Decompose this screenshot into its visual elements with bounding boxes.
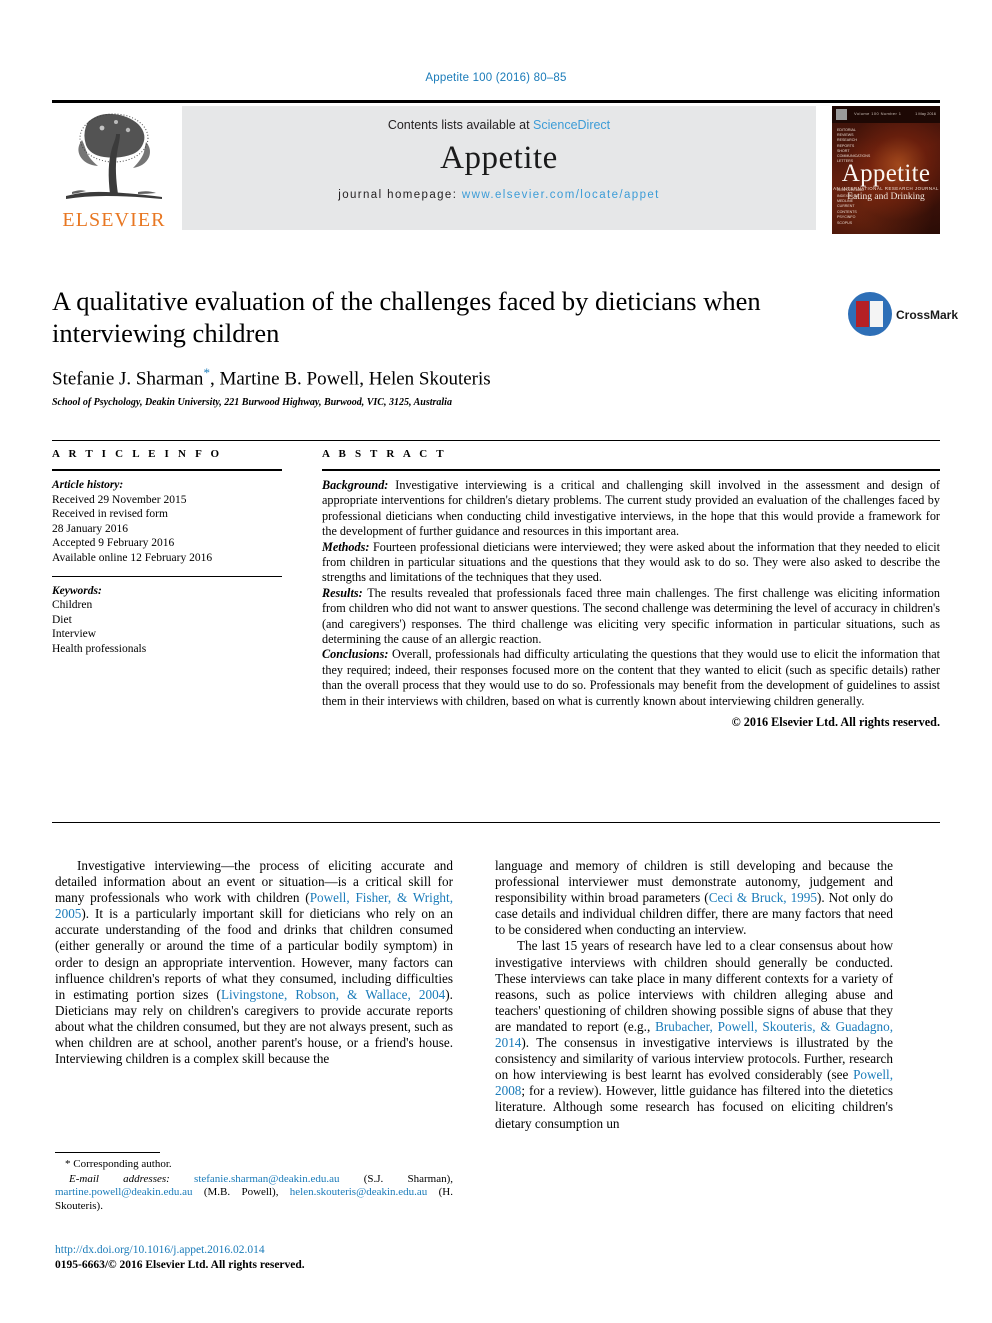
abstract-background-label: Background: (322, 478, 389, 492)
article-history: Article history: Received 29 November 20… (52, 478, 282, 566)
keyword-item: Diet (52, 613, 72, 626)
abstract-section: A B S T R A C T Background: Investigativ… (322, 448, 940, 731)
journal-cover-volume: Volume 100 Number 1 (854, 111, 902, 116)
abstract-paragraph-background: Background: Investigative interviewing i… (322, 478, 940, 540)
article-info-heading: A R T I C L E I N F O (52, 448, 223, 460)
journal-cover-bottom-list: ISSN 0195-6663 INDEXED IN MEDLINE CURREN… (837, 188, 864, 225)
doi-link[interactable]: http://dx.doi.org/10.1016/j.appet.2016.0… (55, 1243, 475, 1258)
abstract-paragraph-results: Results: The results revealed that profe… (322, 586, 940, 648)
journal-cover-barcode-icon (836, 109, 847, 120)
abstract-results-text: The results revealed that professionals … (322, 585, 940, 647)
contents-available-prefix: Contents lists available at (387, 118, 534, 132)
footnote-rule (55, 1152, 160, 1153)
author-list: Stefanie J. Sharman*, Martine B. Powell,… (52, 365, 832, 390)
journal-homepage-line: journal homepage: www.elsevier.com/locat… (182, 189, 816, 201)
article-info-rule (52, 469, 282, 471)
crossmark-book-left (856, 301, 869, 327)
body-paragraph: language and memory of children is still… (495, 858, 893, 938)
article-history-item: Received in revised form (52, 508, 168, 521)
masthead-center-band: Contents lists available at ScienceDirec… (182, 106, 816, 230)
author-affiliation: School of Psychology, Deakin University,… (52, 397, 452, 409)
sciencedirect-link[interactable]: ScienceDirect (533, 118, 610, 132)
footnote-section: * Corresponding author. E-mail addresses… (55, 1158, 453, 1213)
article-history-item: Accepted 9 February 2016 (52, 537, 175, 550)
journal-title: Appetite (440, 140, 558, 176)
keywords-rule (52, 575, 282, 577)
crossmark-badge[interactable]: CrossMark (848, 292, 958, 340)
elsevier-wordmark: ELSEVIER (62, 209, 166, 231)
article-info-section: A R T I C L E I N F O Article history: R… (52, 448, 282, 657)
abstract-paragraph-conclusions: Conclusions: Overall, professionals had … (322, 647, 940, 709)
abstract-paragraph-methods: Methods: Fourteen professional dietician… (322, 540, 940, 586)
email-addresses-label: E-mail addresses: (69, 1172, 170, 1185)
article-history-item: 28 January 2016 (52, 522, 129, 535)
abstract-background-text: Investigative interviewing is a critical… (322, 478, 940, 539)
elsevier-tree-icon (58, 108, 170, 204)
journal-cover-topbar: Volume 100 Number 1 1 May 2016 (832, 106, 940, 123)
email-link[interactable]: martine.powell@deakin.edu.au (55, 1186, 193, 1198)
email-owner: (M.B. Powell), (192, 1186, 290, 1199)
email-link[interactable]: helen.skouteris@deakin.edu.au (290, 1186, 428, 1198)
journal-cover-side-list: EDITORIAL REVIEWS RESEARCH REPORTS SHORT… (837, 128, 871, 164)
abstract-results-label: Results: (322, 585, 363, 600)
author-first: Stefanie J. Sharman (52, 368, 204, 390)
info-block-top-rule (52, 440, 940, 441)
keywords-section: Keywords: Children Diet Interview Health… (52, 584, 282, 657)
citation-link[interactable]: Livingstone, Robson, & Wallace, 2004 (221, 987, 445, 1002)
journal-cover-date: 1 May 2016 (915, 111, 936, 116)
elsevier-logo[interactable]: ELSEVIER (52, 106, 176, 234)
running-head: Appetite 100 (2016) 80–85 (425, 72, 567, 84)
homepage-prefix: journal homepage: (338, 189, 462, 201)
masthead-top-rule (52, 100, 940, 103)
keyword-item: Children (52, 599, 93, 612)
abstract-body: Background: Investigative interviewing i… (322, 478, 940, 731)
keyword-item: Interview (52, 628, 97, 641)
email-addresses-note: E-mail addresses: stefanie.sharman@deaki… (55, 1173, 453, 1214)
title-block: A qualitative evaluation of the challeng… (52, 285, 832, 408)
article-first-page: Appetite 100 (2016) 80–85 ELSEVIER Conte… (0, 0, 992, 1323)
body-text: ; for a review). However, little guidanc… (495, 1083, 893, 1131)
issn-copyright: 0195-6663/© 2016 Elsevier Ltd. All right… (55, 1258, 305, 1271)
abstract-copyright: © 2016 Elsevier Ltd. All rights reserved… (731, 715, 940, 730)
info-block-bottom-rule (52, 822, 940, 823)
page-title: A qualitative evaluation of the challeng… (52, 286, 761, 348)
journal-masthead: ELSEVIER Contents lists available at Sci… (52, 100, 940, 236)
journal-cover-thumbnail[interactable]: Volume 100 Number 1 1 May 2016 EDITORIAL… (832, 106, 940, 234)
article-history-label: Article history: (52, 479, 124, 491)
journal-cover-title: Appetite (841, 160, 931, 187)
abstract-conclusions-text: Overall, professionals had difficulty ar… (322, 647, 940, 708)
crossmark-label: CrossMark (896, 308, 959, 322)
body-paragraph: The last 15 years of research have led t… (495, 938, 893, 1131)
abstract-heading: A B S T R A C T (322, 448, 447, 460)
article-history-item: Received 29 November 2015 (52, 493, 187, 506)
keywords-label: Keywords: (52, 584, 102, 597)
abstract-conclusions-label: Conclusions: (322, 647, 389, 662)
article-history-item: Available online 12 February 2016 (52, 551, 213, 564)
body-text: ). The consensus in investigative interv… (495, 1035, 893, 1083)
homepage-url-link[interactable]: www.elsevier.com/locate/appet (462, 189, 660, 201)
author-rest: , Martine B. Powell, Helen Skouteris (209, 368, 491, 390)
abstract-methods-text: Fourteen professional dieticians were in… (322, 539, 940, 585)
corresponding-author-note: * Corresponding author. (65, 1158, 172, 1170)
keyword-item: Health professionals (52, 642, 147, 655)
contents-available-line: Contents lists available at ScienceDirec… (182, 118, 816, 132)
crossmark-book-right (870, 301, 883, 327)
email-link[interactable]: stefanie.sharman@deakin.edu.au (194, 1173, 339, 1185)
doi-section: http://dx.doi.org/10.1016/j.appet.2016.0… (55, 1243, 475, 1272)
abstract-rule (322, 469, 940, 471)
abstract-methods-label: Methods: (322, 539, 370, 554)
body-paragraph: Investigative interviewing—the process o… (55, 858, 453, 1067)
email-owner: (S.J. Sharman), (339, 1172, 454, 1185)
crossmark-icon (848, 292, 892, 336)
body-column-left: Investigative interviewing—the process o… (55, 858, 453, 1067)
citation-link[interactable]: Ceci & Bruck, 1995 (709, 890, 817, 905)
body-column-right: language and memory of children is still… (495, 858, 893, 1132)
